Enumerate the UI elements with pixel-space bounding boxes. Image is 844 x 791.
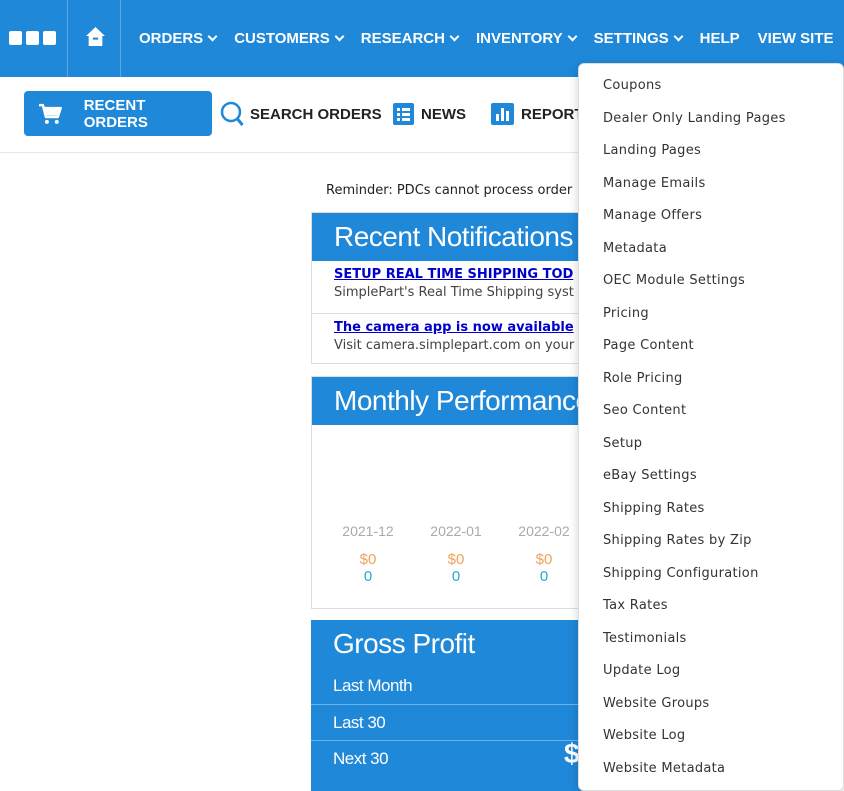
nav-view-site[interactable]: VIEW SITE [758,30,834,47]
performance-month: 2021-12 $0 0 [338,523,398,585]
recent-notifications-panel: Recent Notifications SETUP REAL TIME SHI… [311,212,591,364]
month-label: 2022-01 [430,523,482,539]
settings-menu-item[interactable]: Dealer Only Landing Pages [579,103,843,136]
recent-orders-button[interactable]: RECENT ORDERS [24,91,212,136]
settings-dropdown-menu: Coupons Dealer Only Landing Pages Landing … [578,63,844,791]
month-count: 0 [539,568,549,585]
nav-orders[interactable]: ORDERS [139,30,218,47]
search-orders-label: SEARCH ORDERS [250,105,382,123]
grid-square [9,31,22,45]
chevron-down-icon [673,31,684,41]
performance-title: Monthly Performance [312,377,590,425]
settings-menu-list: Coupons Dealer Only Landing Pages Landing … [579,64,843,785]
performance-month: 2022-01 $0 0 [426,523,486,585]
notification-link[interactable]: The camera app is now available [334,320,590,336]
settings-menu-item[interactable]: eBay Settings [579,460,843,493]
search-icon [220,101,244,126]
chevron-down-icon [567,31,578,41]
nav-label: VIEW SITE [757,30,834,47]
gross-profit-panel: Gross Profit Last Month Last 30 Next 30 … [311,620,591,791]
nav-inventory[interactable]: INVENTORY [475,30,578,47]
notification-text: SimplePart's Real Time Shipping syst [334,285,574,300]
nav-label: CUSTOMERS [234,30,330,47]
news-label: NEWS [421,105,466,123]
settings-menu-item[interactable]: Testimonials [579,623,843,656]
settings-menu-item[interactable]: Page Content [579,330,843,363]
search-orders-link[interactable]: SEARCH ORDERS [220,101,382,127]
settings-menu-item[interactable]: Setup [579,428,843,461]
nav-label: SETTINGS [593,30,669,47]
settings-menu-item[interactable]: Shipping Configuration [579,558,843,591]
gross-profit-row: Last 30 [311,704,591,740]
notifications-title: Recent Notifications [312,213,590,261]
month-count: 0 [363,568,373,585]
news-document-icon [393,103,414,125]
nav-label: INVENTORY [475,30,563,47]
settings-menu-item[interactable]: Manage Emails [579,168,843,201]
shopping-cart-icon [38,103,62,124]
month-label: 2022-02 [518,523,570,539]
month-count: 0 [451,568,461,585]
home-button[interactable] [69,0,121,77]
settings-menu-item[interactable]: Shipping Rates [579,493,843,526]
gross-profit-row: Last Month [333,676,413,695]
notification-item: SETUP REAL TIME SHIPPING TOD SimplePart'… [312,261,590,303]
gross-profit-title: Gross Profit [311,620,591,668]
chevron-down-icon [207,31,218,41]
gross-profit-row: Next 30 [311,740,591,776]
nav-label: ORDERS [139,30,204,47]
month-revenue: $0 [447,551,465,568]
settings-menu-item[interactable]: Update Log [579,655,843,688]
home-icon [86,27,105,46]
nav-label: RESEARCH [360,30,445,47]
notification-item: The camera app is now available Visit ca… [312,313,590,356]
nav-research[interactable]: RESEARCH [360,30,460,47]
month-revenue: $0 [359,551,377,568]
monthly-performance-panel: Monthly Performance 2021-12 $0 0 2022-01… [311,376,591,609]
performance-month: 2022-02 $0 0 [514,523,574,585]
settings-menu-item[interactable]: Pricing [579,298,843,331]
grid-square [26,31,39,45]
settings-menu-item[interactable]: Coupons [579,70,843,103]
settings-menu-item[interactable]: Role Pricing [579,363,843,396]
settings-menu-item[interactable]: Manage Offers [579,200,843,233]
settings-menu-item[interactable]: Seo Content [579,395,843,428]
grid-square [43,31,56,45]
pdc-reminder-text: Reminder: PDCs cannot process order [326,183,573,198]
notification-link[interactable]: SETUP REAL TIME SHIPPING TOD [334,267,590,283]
chevron-down-icon [449,31,460,41]
settings-menu-item[interactable]: Shipping Rates by Zip [579,525,843,558]
settings-menu-item[interactable]: OEC Module Settings [579,265,843,298]
reports-label: REPORT [521,105,584,123]
nav-label: HELP [699,30,740,47]
settings-menu-item[interactable]: Tax Rates [579,590,843,623]
bar-chart-icon [491,103,514,125]
chevron-down-icon [334,31,345,41]
month-label: 2021-12 [342,523,394,539]
settings-menu-item[interactable]: Landing Pages [579,135,843,168]
nav-settings[interactable]: SETTINGS [593,30,684,47]
settings-menu-item[interactable]: Website Log [579,720,843,753]
nav-help[interactable]: HELP [700,30,740,47]
notification-text: Visit camera.simplepart.com on your [334,338,575,353]
settings-menu-item[interactable]: Metadata [579,233,843,266]
nav-customers[interactable]: CUSTOMERS [234,30,345,47]
settings-menu-item[interactable]: Website Metadata [579,753,843,786]
reports-link[interactable]: REPORT [490,101,584,127]
news-link[interactable]: NEWS [392,101,466,127]
month-revenue: $0 [535,551,553,568]
recent-orders-label: RECENT ORDERS [83,96,148,131]
settings-menu-item[interactable]: Website Groups [579,688,843,721]
apps-grid-icon[interactable] [0,0,68,77]
